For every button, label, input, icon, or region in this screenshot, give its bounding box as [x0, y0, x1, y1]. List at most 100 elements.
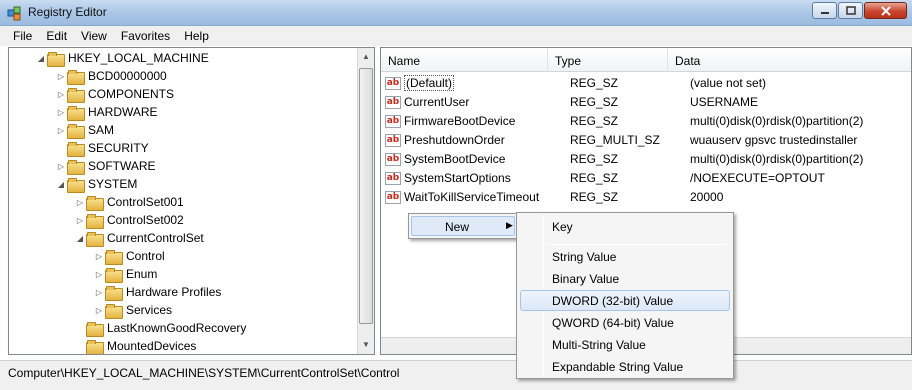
- column-header-data[interactable]: Data: [668, 48, 911, 72]
- registry-app-icon: [7, 6, 21, 21]
- tree-item-sam[interactable]: ▷ SAM: [55, 121, 114, 139]
- value-name: PreshutdownOrder: [404, 133, 505, 147]
- tree-item-label: SYSTEM: [88, 177, 138, 191]
- list-row[interactable]: ab FirmwareBootDevice REG_SZ multi(0)dis…: [385, 112, 910, 130]
- minimize-button[interactable]: [812, 2, 837, 19]
- list-row[interactable]: ab PreshutdownOrder REG_MULTI_SZ wuauser…: [385, 131, 910, 149]
- tree-item-label: SOFTWARE: [88, 159, 156, 173]
- folder-icon: [86, 231, 104, 247]
- submenu-item-binary-value[interactable]: Binary Value: [520, 268, 730, 289]
- folder-icon: [67, 141, 85, 157]
- folder-icon: [86, 213, 104, 229]
- submenu-item-string-value[interactable]: String Value: [520, 246, 730, 267]
- tree-item-security[interactable]: SECURITY: [55, 139, 149, 157]
- value-type: REG_SZ: [570, 190, 619, 204]
- tree-item-services[interactable]: ▷ Services: [93, 301, 172, 319]
- new-submenu: Key String Value Binary Value DWORD (32-…: [516, 212, 734, 379]
- submenu-item-qword-value[interactable]: QWORD (64-bit) Value: [520, 312, 730, 333]
- folder-icon: [67, 177, 85, 193]
- folder-icon: [47, 51, 65, 67]
- value-name: WaitToKillServiceTimeout: [404, 190, 540, 204]
- value-type: REG_MULTI_SZ: [570, 133, 660, 147]
- expand-arrow-icon[interactable]: ▷: [93, 252, 105, 261]
- tree-item-hardware[interactable]: ▷ HARDWARE: [55, 103, 158, 121]
- submenu-item-expandable-string-value[interactable]: Expandable String Value: [520, 356, 730, 377]
- tree-item-hardware-profiles[interactable]: ▷ Hardware Profiles: [93, 283, 221, 301]
- tree-item-label: ControlSet002: [107, 213, 184, 227]
- expand-arrow-icon[interactable]: ▷: [55, 90, 67, 99]
- tree-item-currentcontrolset[interactable]: ◢ CurrentControlSet: [74, 229, 204, 247]
- list-row[interactable]: ab (Default) REG_SZ (value not set): [385, 74, 910, 92]
- menu-view[interactable]: View: [74, 29, 114, 43]
- value-name: FirmwareBootDevice: [404, 114, 516, 128]
- tree-item-label: Control: [126, 249, 165, 263]
- menu-file[interactable]: File: [6, 29, 39, 43]
- string-value-icon: ab: [385, 114, 401, 128]
- column-header-type[interactable]: Type: [548, 48, 668, 72]
- tree-item-hklm[interactable]: ◢ HKEY_LOCAL_MACHINE: [35, 49, 209, 67]
- value-name: CurrentUser: [404, 95, 470, 109]
- collapse-arrow-icon[interactable]: ◢: [55, 180, 67, 189]
- menu-help[interactable]: Help: [177, 29, 216, 43]
- tree-item-components[interactable]: ▷ COMPONENTS: [55, 85, 174, 103]
- close-button[interactable]: [864, 2, 907, 19]
- folder-icon: [67, 105, 85, 121]
- expand-arrow-icon[interactable]: ▷: [55, 108, 67, 117]
- collapse-arrow-icon[interactable]: ◢: [74, 234, 86, 243]
- tree-item-software[interactable]: ▷ SOFTWARE: [55, 157, 156, 175]
- submenu-item-key[interactable]: Key: [520, 216, 730, 237]
- tree-item-label: CurrentControlSet: [107, 231, 204, 245]
- expand-arrow-icon[interactable]: ▷: [93, 306, 105, 315]
- maximize-button[interactable]: [838, 2, 863, 19]
- list-row[interactable]: ab SystemStartOptions REG_SZ /NOEXECUTE=…: [385, 169, 910, 187]
- menu-edit[interactable]: Edit: [39, 29, 74, 43]
- scroll-up-arrow-icon[interactable]: ▲: [359, 49, 373, 65]
- tree-vertical-scrollbar[interactable]: ▲ ▼: [357, 48, 374, 354]
- tree-item-control[interactable]: ▷ Control: [93, 247, 165, 265]
- folder-icon: [67, 159, 85, 175]
- value-name: (Default): [404, 75, 455, 91]
- submenu-item-dword-value[interactable]: DWORD (32-bit) Value: [520, 290, 730, 311]
- list-row[interactable]: ab CurrentUser REG_SZ USERNAME: [385, 93, 910, 111]
- folder-icon: [86, 339, 104, 354]
- menu-favorites[interactable]: Favorites: [114, 29, 177, 43]
- folder-icon: [86, 195, 104, 211]
- context-menu-new[interactable]: New ▶: [411, 216, 515, 236]
- tree-item-bcd[interactable]: ▷ BCD00000000: [55, 67, 167, 85]
- scroll-down-arrow-icon[interactable]: ▼: [359, 337, 373, 353]
- expand-arrow-icon[interactable]: ▷: [55, 162, 67, 171]
- value-data: multi(0)disk(0)rdisk(0)partition(2): [690, 114, 864, 128]
- registry-tree[interactable]: ◢ HKEY_LOCAL_MACHINE ▷ BCD00000000 ▷ COMPON…: [8, 47, 375, 355]
- tree-item-mounteddevices[interactable]: MountedDevices: [74, 337, 196, 354]
- value-data: USERNAME: [690, 95, 759, 109]
- folder-icon: [105, 285, 123, 301]
- expand-arrow-icon[interactable]: ▷: [93, 288, 105, 297]
- list-row[interactable]: ab SystemBootDevice REG_SZ multi(0)disk(…: [385, 150, 910, 168]
- column-header-name[interactable]: Name: [381, 48, 548, 72]
- value-name: SystemBootDevice: [404, 152, 506, 166]
- value-data: /NOEXECUTE=OPTOUT: [690, 171, 825, 185]
- status-path: Computer\HKEY_LOCAL_MACHINE\SYSTEM\Curre…: [8, 366, 400, 380]
- expand-arrow-icon[interactable]: ▷: [74, 198, 86, 207]
- tree-item-system[interactable]: ◢ SYSTEM: [55, 175, 137, 193]
- expand-arrow-icon[interactable]: ▷: [55, 72, 67, 81]
- expand-arrow-icon[interactable]: ▷: [55, 126, 67, 135]
- string-value-icon: ab: [385, 152, 401, 166]
- menu-separator: [547, 244, 727, 245]
- value-data: (value not set): [690, 76, 767, 90]
- collapse-arrow-icon[interactable]: ◢: [35, 54, 47, 63]
- tree-item-controlset001[interactable]: ▷ ControlSet001: [74, 193, 184, 211]
- tree-item-label: SECURITY: [88, 141, 149, 155]
- tree-item-label: HKEY_LOCAL_MACHINE: [68, 51, 209, 65]
- expand-arrow-icon[interactable]: ▷: [74, 216, 86, 225]
- submenu-item-multi-string-value[interactable]: Multi-String Value: [520, 334, 730, 355]
- list-row[interactable]: ab WaitToKillServiceTimeout REG_SZ 20000: [385, 188, 910, 206]
- tree-item-enum[interactable]: ▷ Enum: [93, 265, 157, 283]
- value-data: wuauserv gpsvc trustedinstaller: [690, 133, 858, 147]
- tree-item-controlset002[interactable]: ▷ ControlSet002: [74, 211, 184, 229]
- close-icon: [880, 5, 891, 16]
- value-type: REG_SZ: [570, 95, 619, 109]
- tree-item-lastknowngood[interactable]: LastKnownGoodRecovery: [74, 319, 246, 337]
- scrollbar-thumb[interactable]: [359, 68, 373, 324]
- expand-arrow-icon[interactable]: ▷: [93, 270, 105, 279]
